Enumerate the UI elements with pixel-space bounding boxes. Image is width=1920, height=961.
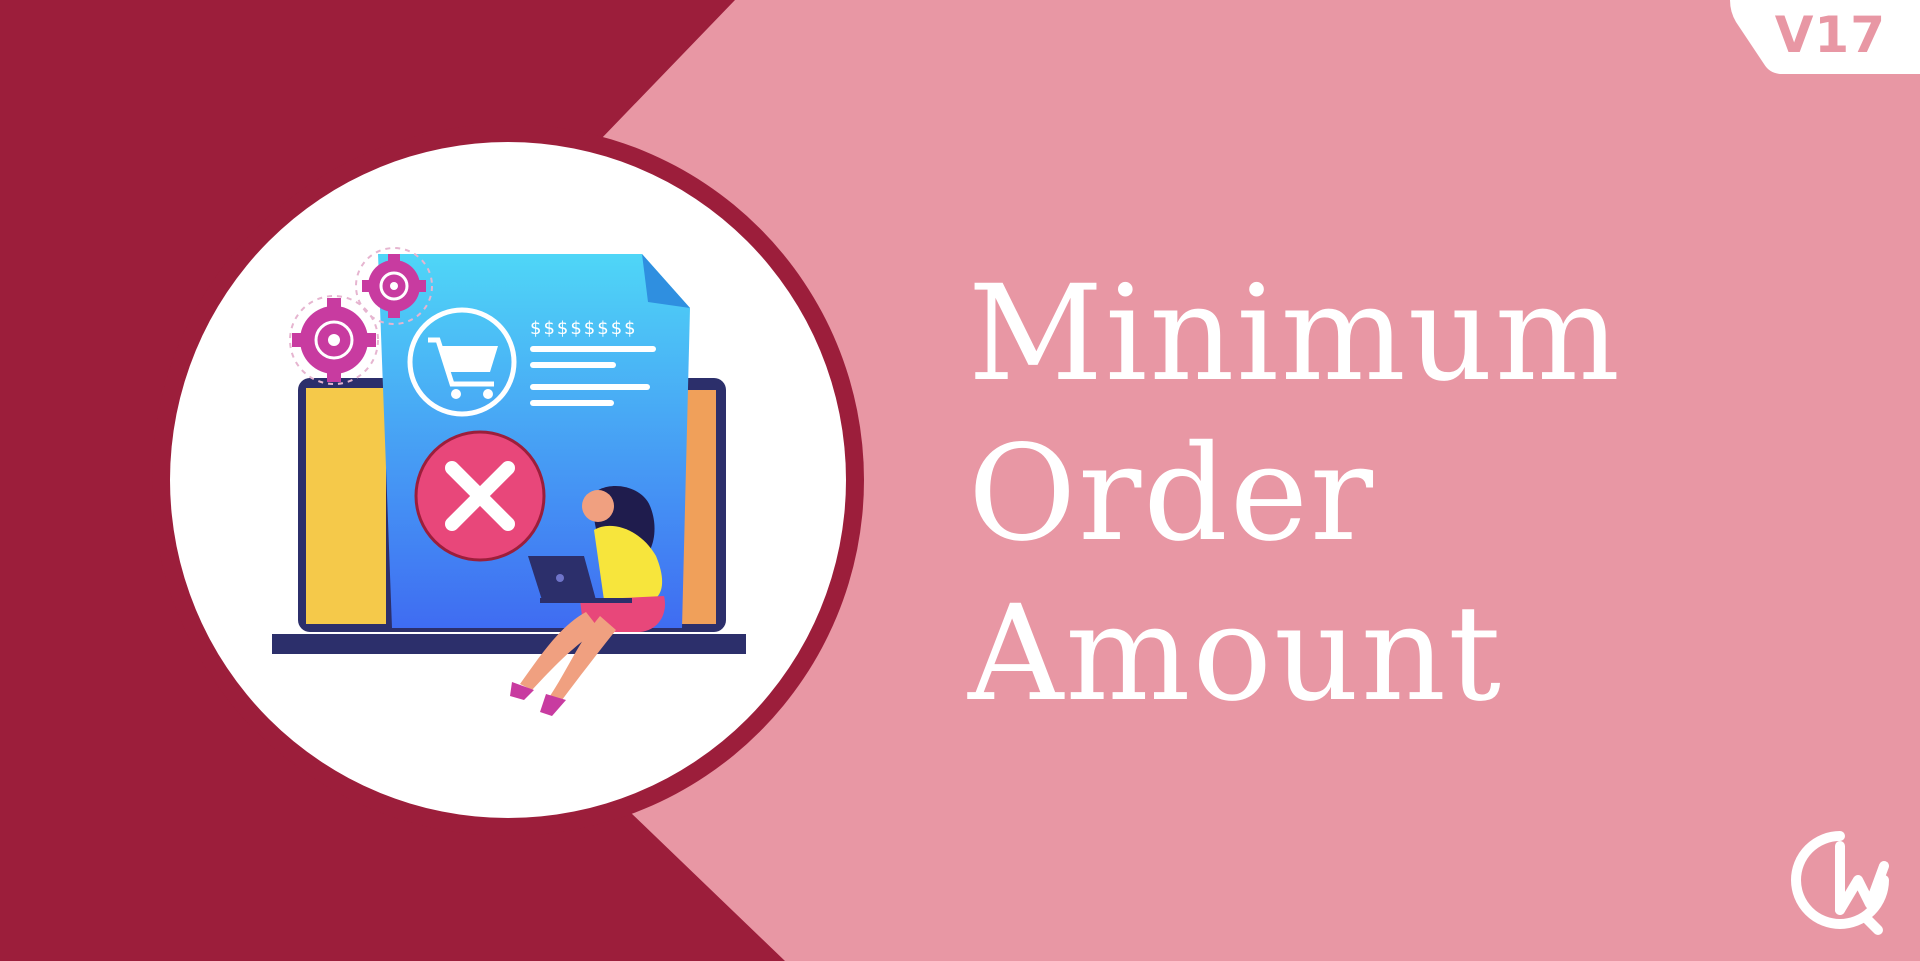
version-label: V17 <box>1774 6 1886 64</box>
invoice-rejected-illustration: $$$$$$$$ <box>272 247 746 716</box>
title-line-1: Minimum <box>968 257 1622 411</box>
doc-line <box>530 384 650 390</box>
laptop-base <box>272 634 746 654</box>
close-x-icon <box>414 430 546 562</box>
doc-line <box>530 362 616 368</box>
brand-logo-icon <box>1791 831 1889 935</box>
title-line-2: Order <box>968 417 1376 571</box>
doc-line <box>530 400 614 406</box>
price-row: $$$$$$$$ <box>530 318 638 339</box>
product-banner: $$$$$$$$ V17 Minimum Order Amount <box>0 0 1920 961</box>
laptop-panel-left <box>306 388 386 624</box>
doc-line <box>530 346 656 352</box>
title-line-3: Amount <box>968 577 1504 731</box>
version-badge: V17 <box>1730 0 1920 74</box>
product-title: Minimum Order Amount <box>968 254 1848 734</box>
